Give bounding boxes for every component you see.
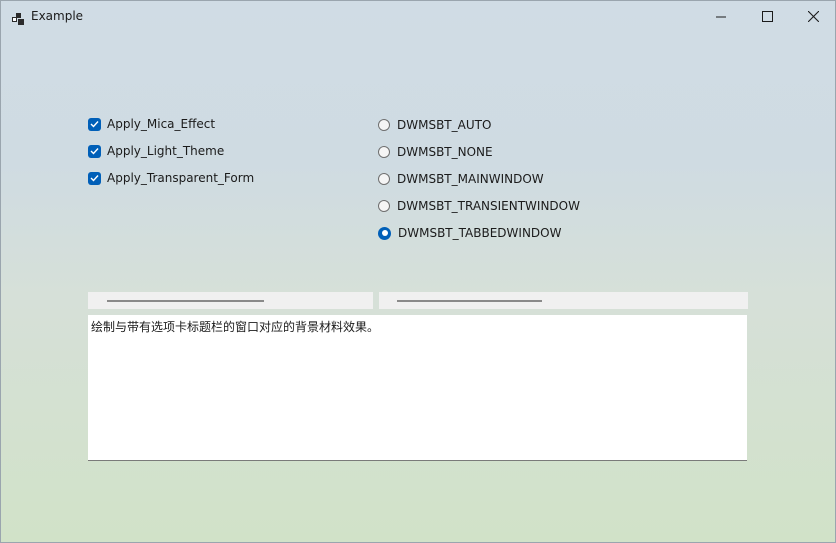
radio-dwmsbt-auto[interactable]: DWMSBT_AUTO (378, 117, 491, 133)
app-window: Example Apply_Mica_Effect Apply_Light_Th… (0, 0, 836, 543)
checkbox-apply-light-theme[interactable]: Apply_Light_Theme (88, 143, 224, 159)
title-bar[interactable]: Example (1, 1, 835, 32)
close-icon (807, 7, 819, 26)
tab-2[interactable] (379, 292, 748, 309)
radio-label: DWMSBT_TABBEDWINDOW (398, 226, 562, 240)
maximize-icon (761, 7, 773, 26)
radio-button-selected[interactable] (378, 226, 391, 240)
radio-dwmsbt-none[interactable]: DWMSBT_NONE (378, 144, 493, 160)
radio-button[interactable] (378, 173, 390, 185)
radio-label: DWMSBT_MAINWINDOW (397, 172, 544, 186)
description-textbox[interactable]: 绘制与带有选项卡标题栏的窗口对应的背景材料效果。 (88, 315, 747, 461)
checkbox-label: Apply_Mica_Effect (107, 117, 216, 131)
app-icon (12, 10, 24, 25)
checkmark-icon[interactable] (88, 117, 101, 131)
radio-button[interactable] (378, 119, 390, 131)
radio-button[interactable] (378, 200, 390, 212)
close-button[interactable] (790, 1, 835, 32)
radio-dwmsbt-tabbedwindow[interactable]: DWMSBT_TABBEDWINDOW (378, 225, 561, 241)
checkbox-apply-mica-effect[interactable]: Apply_Mica_Effect (88, 116, 215, 132)
window-title: Example (31, 9, 84, 23)
checkbox-apply-transparent-form[interactable]: Apply_Transparent_Form (88, 170, 254, 186)
tab-indicator (397, 300, 542, 302)
checkbox-label: Apply_Transparent_Form (107, 171, 255, 185)
checkmark-icon[interactable] (88, 144, 101, 158)
radio-label: DWMSBT_TRANSIENTWINDOW (397, 199, 580, 213)
maximize-button[interactable] (744, 1, 790, 32)
tab-indicator (107, 300, 264, 302)
radio-label: DWMSBT_NONE (397, 145, 493, 159)
checkmark-icon[interactable] (88, 171, 101, 185)
description-text: 绘制与带有选项卡标题栏的窗口对应的背景材料效果。 (91, 320, 380, 334)
tab-1[interactable] (88, 292, 373, 309)
checkbox-label: Apply_Light_Theme (107, 144, 225, 158)
minimize-icon (716, 7, 726, 26)
radio-dwmsbt-mainwindow[interactable]: DWMSBT_MAINWINDOW (378, 171, 544, 187)
minimize-button[interactable] (698, 1, 744, 32)
radio-button[interactable] (378, 146, 390, 158)
radio-label: DWMSBT_AUTO (397, 118, 492, 132)
radio-dwmsbt-transientwindow[interactable]: DWMSBT_TRANSIENTWINDOW (378, 198, 580, 214)
